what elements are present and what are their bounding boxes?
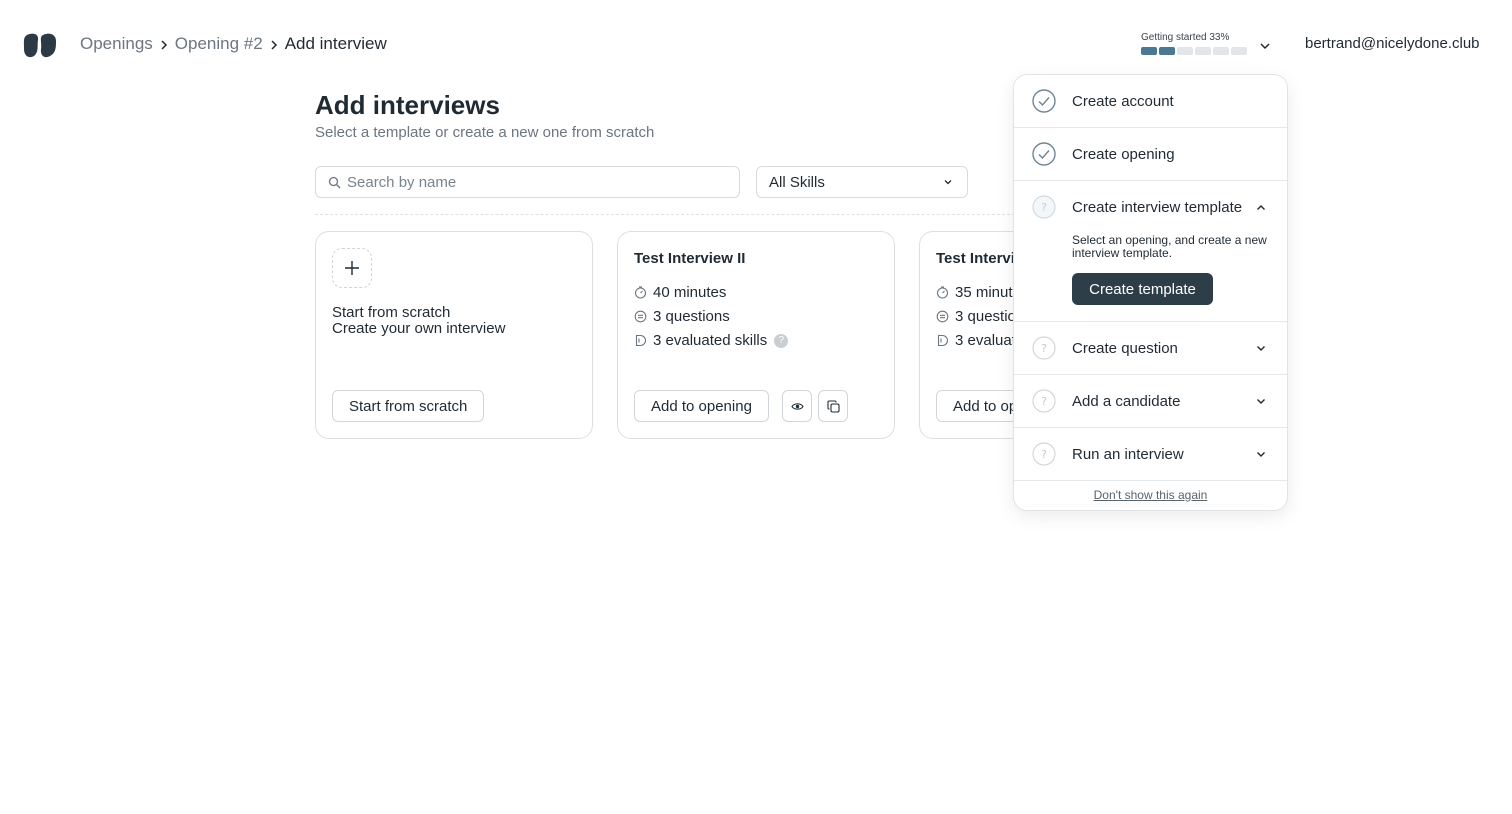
breadcrumb-current: Add interview: [284, 34, 387, 53]
add-to-opening-button[interactable]: Add to opening: [634, 390, 769, 422]
page-subtitle: Select a template or create a new one fr…: [315, 124, 655, 141]
scratch-card: Start from scratch Create your own inter…: [315, 231, 593, 439]
skills-select-value: All Skills: [769, 173, 825, 191]
questions-row: 3 questions: [634, 308, 730, 325]
progress-segment: [1159, 47, 1175, 55]
breadcrumb-opening[interactable]: Opening #2: [175, 34, 263, 54]
skills-row: 3 evaluated skills ?: [634, 332, 789, 349]
onboarding-checklist: Create account Create opening ? Create i…: [1013, 74, 1288, 511]
progress-segment: [1195, 47, 1211, 55]
step-create-account[interactable]: Create account: [1014, 75, 1287, 128]
skills-text: 3 evaluated skills: [653, 332, 768, 349]
search-icon: [328, 176, 341, 188]
duration-row: 40 minutes: [634, 284, 726, 301]
step-create-opening[interactable]: Create opening: [1014, 128, 1287, 181]
copy-icon: [826, 399, 840, 413]
help-icon[interactable]: ?: [774, 333, 789, 348]
chevron-down-icon[interactable]: [1257, 38, 1273, 54]
step-label: Create interview template: [1072, 199, 1243, 216]
chevron-down-icon[interactable]: [1255, 448, 1267, 460]
chevron-down-icon[interactable]: [1255, 395, 1267, 407]
breadcrumb: Openings Opening #2 Add interview: [80, 34, 387, 54]
eye-icon: [790, 402, 804, 410]
progress-label: Getting started 33%: [1141, 32, 1230, 43]
progress-segment: [1177, 47, 1193, 55]
svg-text:?: ?: [1041, 201, 1047, 214]
step-label: Create question: [1072, 339, 1178, 357]
step-label: Create account: [1072, 92, 1174, 110]
duplicate-button[interactable]: [818, 390, 848, 422]
timer-icon: [936, 286, 949, 299]
progress-segment: [1231, 47, 1247, 55]
chevron-down-icon: [944, 180, 952, 185]
step-label: Run an interview: [1072, 445, 1184, 463]
list-icon: [634, 310, 647, 323]
questions-text: 3 questions: [653, 308, 730, 325]
dont-show-again-link[interactable]: Don't show this again: [1014, 488, 1287, 502]
start-from-scratch-button[interactable]: Start from scratch: [332, 390, 485, 422]
page-title: Add interviews: [315, 90, 500, 120]
svg-text:?: ?: [1041, 395, 1047, 408]
progress-segment: [1213, 47, 1229, 55]
duration-text: 40 minutes: [653, 284, 727, 301]
svg-text:?: ?: [1041, 448, 1047, 461]
step-create-question[interactable]: ? Create question: [1014, 322, 1287, 375]
scratch-card-title: Start from scratch: [332, 304, 451, 321]
user-menu[interactable]: bertrand@nicelydone.club: [1305, 35, 1480, 52]
scratch-card-subtitle: Create your own interview: [332, 320, 506, 337]
question-circle-icon: ?: [1032, 336, 1056, 360]
check-circle-icon: [1032, 89, 1056, 113]
step-label: Add a candidate: [1072, 392, 1181, 410]
skills-icon: [635, 334, 646, 347]
template-card: Test Interview II 40 minutes 3 questions…: [617, 231, 895, 439]
step-description: Select an opening, and create a new inte…: [1072, 233, 1267, 260]
getting-started-progress[interactable]: Getting started 33%: [1141, 32, 1247, 55]
step-add-candidate[interactable]: ? Add a candidate: [1014, 375, 1287, 428]
list-icon: [936, 310, 949, 323]
question-circle-icon: ?: [1032, 442, 1056, 466]
timer-icon: [634, 286, 647, 299]
app-logo[interactable]: [23, 32, 57, 58]
search-box[interactable]: [315, 166, 740, 198]
question-circle-icon: ?: [1032, 195, 1056, 219]
step-run-interview[interactable]: ? Run an interview: [1014, 428, 1287, 481]
step-label: Create opening: [1072, 145, 1175, 163]
plus-icon[interactable]: [332, 248, 372, 288]
chevron-down-icon[interactable]: [1255, 342, 1267, 354]
chevron-right-icon: [263, 34, 285, 54]
breadcrumb-openings[interactable]: Openings: [80, 34, 153, 54]
create-template-button[interactable]: Create template: [1072, 273, 1213, 305]
question-circle-icon: ?: [1032, 389, 1056, 413]
search-input[interactable]: [347, 173, 727, 191]
skills-select[interactable]: All Skills: [756, 166, 968, 198]
chevron-up-icon[interactable]: [1255, 202, 1267, 214]
skills-icon: [937, 334, 948, 347]
svg-text:?: ?: [1041, 342, 1047, 355]
chevron-right-icon: [153, 34, 175, 54]
template-card-title: Test Interview II: [634, 250, 746, 267]
progress-segment: [1141, 47, 1157, 55]
divider: [315, 214, 1015, 215]
progress-bar: [1141, 47, 1247, 55]
preview-button[interactable]: [782, 390, 812, 422]
check-circle-icon: [1032, 142, 1056, 166]
